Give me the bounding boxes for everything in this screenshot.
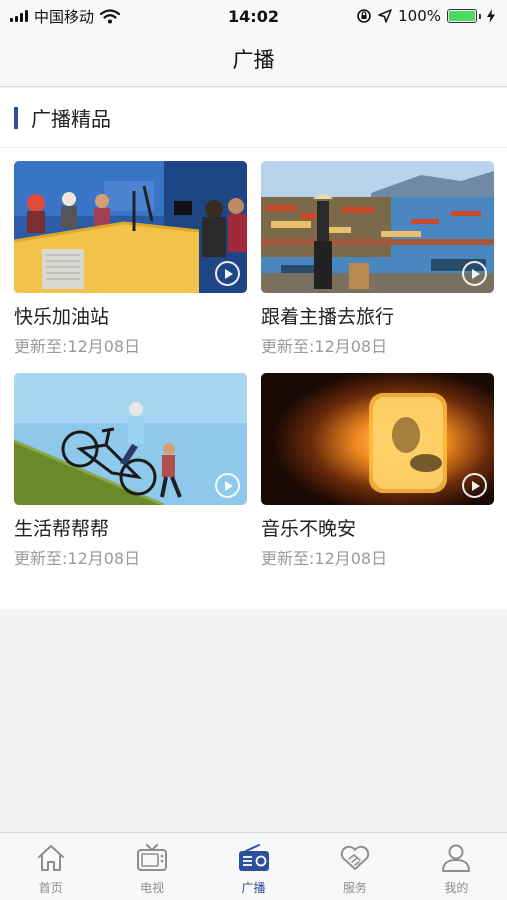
tab-tv[interactable]: 电视 xyxy=(101,833,202,900)
tab-radio[interactable]: 广播 xyxy=(203,833,304,900)
page-title: 广播 xyxy=(232,48,275,72)
tab-label: 电视 xyxy=(140,881,165,895)
play-icon[interactable] xyxy=(215,261,240,286)
program-card[interactable]: 快乐加油站 更新至:12月08日 xyxy=(14,161,247,357)
harbor-travel-image xyxy=(261,161,494,293)
glowing-lamp-image xyxy=(261,373,494,505)
program-update-date: 更新至:12月08日 xyxy=(14,337,141,356)
tab-label: 广播 xyxy=(241,881,266,895)
play-icon[interactable] xyxy=(462,261,487,286)
program-thumbnail[interactable] xyxy=(14,373,247,505)
charging-icon xyxy=(487,9,495,23)
tab-service[interactable]: 服务 xyxy=(304,833,405,900)
program-title: 跟着主播去旅行 xyxy=(261,306,395,328)
bicycle-hill-image xyxy=(14,373,247,505)
program-update-date: 更新至:12月08日 xyxy=(14,549,141,568)
tab-home[interactable]: 首页 xyxy=(0,833,101,900)
nav-header: 广播 xyxy=(0,32,507,87)
section-header: 广播精品 xyxy=(0,88,507,148)
program-title: 音乐不晚安 xyxy=(261,518,357,540)
user-icon xyxy=(442,844,471,872)
program-thumbnail[interactable] xyxy=(261,373,494,505)
signal-icon xyxy=(10,10,28,22)
program-title: 快乐加油站 xyxy=(14,306,110,328)
home-icon xyxy=(37,845,64,871)
battery-percent: 100% xyxy=(398,7,441,25)
program-update-date: 更新至:12月08日 xyxy=(261,549,388,568)
status-bar: 中国移动 14:02 100% xyxy=(0,0,507,32)
tv-icon xyxy=(137,844,168,871)
program-thumbnail[interactable] xyxy=(261,161,494,293)
radio-studio-image xyxy=(14,161,247,293)
program-card[interactable]: 生活帮帮帮 更新至:12月08日 xyxy=(14,373,247,569)
tab-bar: 首页 电视 广播 服务 我的 xyxy=(0,832,507,900)
program-card[interactable]: 跟着主播去旅行 更新至:12月08日 xyxy=(261,161,494,357)
radio-icon xyxy=(238,844,269,871)
carrier-label: 中国移动 xyxy=(34,7,95,26)
tab-label: 首页 xyxy=(38,881,63,895)
handshake-icon xyxy=(340,845,370,870)
program-card[interactable]: 音乐不晚安 更新至:12月08日 xyxy=(261,373,494,569)
tab-label: 我的 xyxy=(444,881,469,895)
battery-icon xyxy=(447,9,481,23)
rotation-lock-icon xyxy=(357,9,371,23)
program-update-date: 更新至:12月08日 xyxy=(261,337,388,356)
section-title: 广播精品 xyxy=(31,107,111,131)
wifi-icon xyxy=(100,8,121,23)
play-icon[interactable] xyxy=(462,473,487,498)
tab-label: 服务 xyxy=(342,881,367,895)
play-icon[interactable] xyxy=(215,473,240,498)
tab-mine[interactable]: 我的 xyxy=(406,833,507,900)
program-grid: 快乐加油站 更新至:12月08日 跟着主播去旅行 更新至:12月08日 生活帮帮… xyxy=(0,148,507,569)
section-accent-bar xyxy=(14,106,18,129)
location-arrow-icon xyxy=(378,9,392,23)
content-panel: 广播精品 快乐加油站 更新至:12月08日 跟着主播去旅行 更新至:12月08日… xyxy=(0,88,507,609)
program-title: 生活帮帮帮 xyxy=(14,518,110,540)
program-thumbnail[interactable] xyxy=(14,161,247,293)
